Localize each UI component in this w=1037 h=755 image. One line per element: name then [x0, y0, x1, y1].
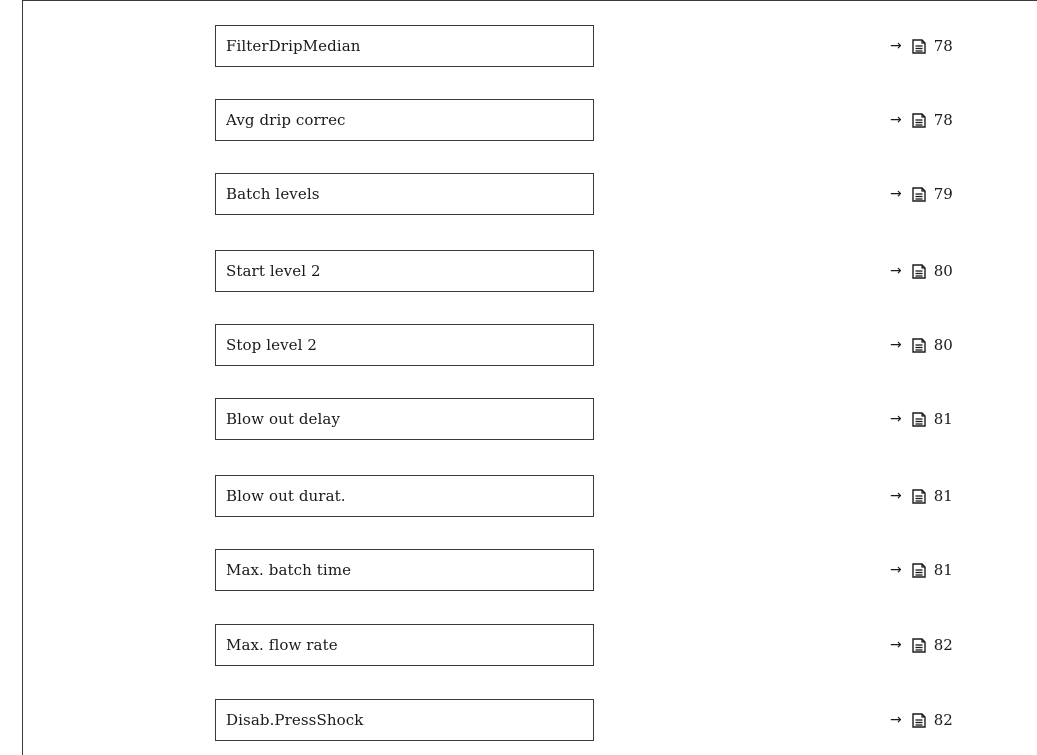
parameter-row: Blow out delay → 81: [0, 398, 1037, 440]
page-number: 81: [933, 410, 953, 428]
page-number: 82: [933, 711, 953, 729]
parameter-label: Avg drip correc: [226, 111, 346, 129]
parameter-box[interactable]: Stop level 2: [215, 324, 594, 366]
parameter-label: FilterDripMedian: [226, 37, 361, 55]
parameter-label: Blow out delay: [226, 410, 341, 428]
parameter-row: Disab.PressShock → 82: [0, 699, 1037, 741]
parameter-row: Batch levels → 79: [0, 173, 1037, 215]
page-reference-link[interactable]: → 80: [890, 250, 953, 292]
page-number: 81: [933, 487, 953, 505]
parameter-label: Start level 2: [226, 262, 321, 280]
parameter-box[interactable]: Avg drip correc: [215, 99, 594, 141]
parameter-box[interactable]: Max. batch time: [215, 549, 594, 591]
parameter-box[interactable]: Blow out durat.: [215, 475, 594, 517]
page-reference-link[interactable]: → 81: [890, 549, 953, 591]
parameter-box[interactable]: Start level 2: [215, 250, 594, 292]
book-page-icon: [911, 186, 927, 202]
book-page-icon: [911, 562, 927, 578]
arrow-icon: →: [890, 337, 902, 353]
parameter-row: Avg drip correc → 78: [0, 99, 1037, 141]
parameter-box[interactable]: Blow out delay: [215, 398, 594, 440]
page-reference-link[interactable]: → 79: [890, 173, 953, 215]
arrow-icon: →: [890, 411, 902, 427]
parameter-label: Max. batch time: [226, 561, 352, 579]
parameter-label: Max. flow rate: [226, 636, 338, 654]
page-number: 78: [933, 111, 953, 129]
arrow-icon: →: [890, 112, 902, 128]
arrow-icon: →: [890, 712, 902, 728]
parameter-row: Blow out durat. → 81: [0, 475, 1037, 517]
book-page-icon: [911, 411, 927, 427]
arrow-icon: →: [890, 38, 902, 54]
parameter-label: Blow out durat.: [226, 487, 346, 505]
page-number: 82: [933, 636, 953, 654]
book-page-icon: [911, 112, 927, 128]
page-number: 81: [933, 561, 953, 579]
arrow-icon: →: [890, 263, 902, 279]
page-number: 80: [933, 262, 953, 280]
page-reference-link[interactable]: → 78: [890, 25, 953, 67]
page-reference-link[interactable]: → 81: [890, 398, 953, 440]
parameter-list: FilterDripMedian → 78 Avg drip correc → …: [0, 0, 1037, 755]
arrow-icon: →: [890, 637, 902, 653]
parameter-box[interactable]: Batch levels: [215, 173, 594, 215]
parameter-row: Max. batch time → 81: [0, 549, 1037, 591]
page-reference-link[interactable]: → 78: [890, 99, 953, 141]
parameter-row: Max. flow rate → 82: [0, 624, 1037, 666]
page-reference-link[interactable]: → 81: [890, 475, 953, 517]
page-number: 80: [933, 336, 953, 354]
book-page-icon: [911, 488, 927, 504]
parameter-row: Stop level 2 → 80: [0, 324, 1037, 366]
book-page-icon: [911, 337, 927, 353]
parameter-box[interactable]: Max. flow rate: [215, 624, 594, 666]
arrow-icon: →: [890, 488, 902, 504]
parameter-row: Start level 2 → 80: [0, 250, 1037, 292]
page-reference-link[interactable]: → 82: [890, 624, 953, 666]
parameter-label: Batch levels: [226, 185, 320, 203]
page-number: 78: [933, 37, 953, 55]
book-page-icon: [911, 263, 927, 279]
arrow-icon: →: [890, 562, 902, 578]
book-page-icon: [911, 712, 927, 728]
page-number: 79: [933, 185, 953, 203]
parameter-label: Disab.PressShock: [226, 711, 364, 729]
book-page-icon: [911, 637, 927, 653]
parameter-row: FilterDripMedian → 78: [0, 25, 1037, 67]
page-reference-link[interactable]: → 82: [890, 699, 953, 741]
parameter-label: Stop level 2: [226, 336, 318, 354]
arrow-icon: →: [890, 186, 902, 202]
parameter-box[interactable]: FilterDripMedian: [215, 25, 594, 67]
parameter-box[interactable]: Disab.PressShock: [215, 699, 594, 741]
page-reference-link[interactable]: → 80: [890, 324, 953, 366]
book-page-icon: [911, 38, 927, 54]
